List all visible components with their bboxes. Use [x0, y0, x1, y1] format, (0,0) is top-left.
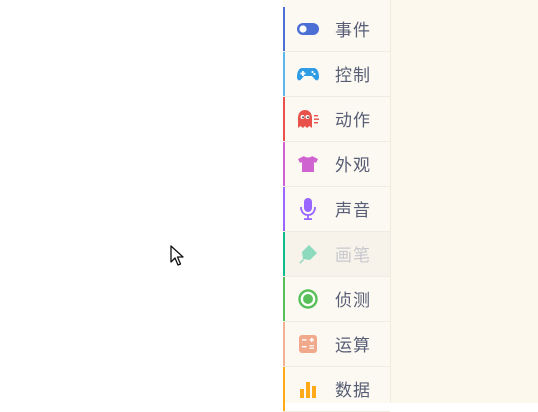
category-events[interactable]: 事件: [283, 7, 390, 52]
category-label: 数据: [335, 381, 371, 401]
tshirt-icon: [297, 153, 319, 175]
category-operators[interactable]: 运算: [283, 322, 390, 367]
category-pen[interactable]: 画笔: [283, 232, 390, 277]
category-indicator: [283, 367, 285, 411]
category-motion[interactable]: 动作: [283, 97, 390, 142]
category-indicator: [283, 52, 285, 96]
category-label: 声音: [335, 201, 371, 221]
category-palette: 事件 控制 动作 外观 声音 画笔 侦测 运算 数据: [283, 0, 391, 412]
category-control[interactable]: 控制: [283, 52, 390, 97]
workspace-canvas[interactable]: [0, 0, 283, 403]
ghost-icon: [297, 108, 319, 130]
calculator-icon: [297, 333, 319, 355]
category-indicator: [283, 7, 285, 51]
bar-chart-icon: [297, 378, 319, 400]
category-label: 外观: [335, 156, 371, 176]
category-indicator: [283, 187, 285, 231]
category-indicator: [283, 97, 285, 141]
mouse-cursor-icon: [170, 245, 184, 271]
pen-icon: [297, 243, 319, 265]
gamepad-icon: [297, 63, 319, 85]
microphone-icon: [297, 198, 319, 220]
category-sensing[interactable]: 侦测: [283, 277, 390, 322]
category-indicator: [283, 142, 285, 186]
category-sound[interactable]: 声音: [283, 187, 390, 232]
category-indicator: [283, 322, 285, 366]
toggle-icon: [297, 18, 319, 40]
category-data[interactable]: 数据: [283, 367, 390, 412]
category-indicator: [283, 232, 285, 276]
category-label: 侦测: [335, 291, 371, 311]
category-looks[interactable]: 外观: [283, 142, 390, 187]
category-label: 动作: [335, 111, 371, 131]
category-label: 事件: [335, 21, 371, 41]
radar-icon: [297, 288, 319, 310]
category-indicator: [283, 277, 285, 321]
side-panel: [391, 0, 538, 403]
category-label: 运算: [335, 336, 371, 356]
category-label: 画笔: [335, 246, 371, 266]
category-label: 控制: [335, 66, 371, 86]
